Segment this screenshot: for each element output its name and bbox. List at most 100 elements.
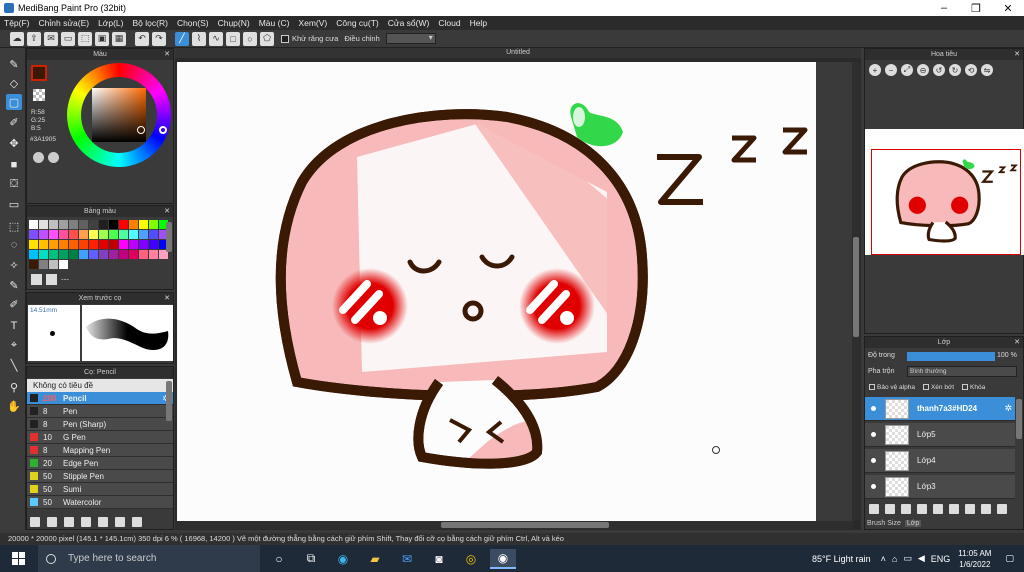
move-tool-icon[interactable]: ✥ (6, 135, 22, 151)
chrome-icon[interactable]: ◎ (458, 549, 484, 569)
palette-swatch[interactable] (39, 260, 48, 269)
merge-down-icon[interactable] (949, 504, 959, 514)
duplicate-layer-icon[interactable] (965, 504, 975, 514)
edge-icon[interactable]: ◉ (330, 549, 356, 569)
delete-layer-icon[interactable] (997, 504, 1007, 514)
upload-icon[interactable]: ⇪ (27, 31, 41, 46)
palette-swatch[interactable] (29, 250, 38, 259)
layer-item[interactable]: thanh7a3#HD24 ✲ (865, 397, 1015, 421)
lock-checkbox[interactable]: Khóa (962, 384, 985, 391)
antialias-checkbox[interactable] (281, 34, 289, 43)
language-indicator[interactable]: ENG (931, 554, 951, 564)
magic-wand-icon[interactable]: ✧ (6, 257, 22, 273)
brush-add-icon[interactable] (47, 517, 57, 527)
polygon-icon[interactable]: ⬠ (260, 31, 274, 46)
divide-tool-icon[interactable]: ╲ (6, 357, 22, 373)
palette-swatch[interactable] (59, 230, 68, 239)
file-explorer-icon[interactable]: ▰ (362, 549, 388, 569)
windows-start-icon[interactable] (12, 551, 26, 566)
menu-cloud[interactable]: Cloud (438, 18, 460, 28)
cloud-icon[interactable]: ☁ (10, 31, 24, 46)
layer-item[interactable]: Lớp3 (865, 475, 1015, 499)
palette-swatch[interactable] (129, 230, 138, 239)
cortana-icon[interactable]: ○ (266, 549, 292, 569)
adjust-dropdown[interactable] (385, 33, 436, 44)
palette-swatch[interactable] (129, 250, 138, 259)
sv-picker-icon[interactable] (137, 126, 145, 134)
palette-swatch[interactable] (49, 240, 58, 249)
rectangle-icon[interactable]: □ (226, 31, 240, 46)
brush-duplicate-icon[interactable] (115, 517, 125, 527)
menu-window[interactable]: Cửa sổ(W) (388, 18, 430, 28)
brush-item[interactable]: 8 Pen (Sharp) (27, 418, 173, 431)
network-icon[interactable]: ⌂ (892, 554, 897, 564)
minimize-button[interactable]: – (928, 2, 960, 14)
palette-swatch[interactable] (39, 230, 48, 239)
brush-item[interactable]: 200Pencil✲ (27, 392, 173, 405)
brush-item[interactable]: 8 Mapping Pen (27, 444, 173, 457)
palette-swatch[interactable] (49, 220, 58, 229)
mail-icon[interactable]: ✉ (394, 549, 420, 569)
layer-visibility-icon[interactable] (871, 458, 876, 463)
brush-scrollbar[interactable] (166, 381, 172, 421)
menu-layer[interactable]: Lớp(L) (98, 18, 123, 28)
weather-widget[interactable]: 85°F Light rain (812, 554, 871, 564)
menu-file[interactable]: Tệp(F) (4, 18, 30, 28)
palette-add-icon[interactable] (31, 274, 42, 285)
menu-select[interactable]: Chọn(S) (177, 18, 209, 28)
camera-icon[interactable]: ◙ (426, 549, 452, 569)
panel-close-icon[interactable]: ✕ (164, 49, 170, 60)
brush-item[interactable]: 20 Edge Pen (27, 457, 173, 470)
hue-wheel[interactable] (67, 63, 171, 167)
menu-edit[interactable]: Chỉnh sửa(E) (39, 18, 90, 28)
battery-icon[interactable]: ▭ (903, 553, 912, 564)
foreground-color-swatch[interactable] (31, 65, 47, 81)
palette-swatch[interactable] (119, 230, 128, 239)
palette-swatch[interactable] (29, 240, 38, 249)
bucket-tool-icon[interactable]: ⛋ (6, 176, 22, 192)
redo-icon[interactable]: ↷ (152, 31, 166, 46)
hand-tool-icon[interactable]: ✋ (6, 398, 22, 414)
panel-close-icon[interactable]: ✕ (1014, 337, 1020, 348)
blur-tool-icon[interactable]: ✐ (6, 114, 22, 130)
tab-brush-size[interactable]: Brush Size (867, 520, 901, 527)
notification-icon[interactable]: ▢ (1005, 553, 1014, 564)
layer-visibility-icon[interactable] (871, 484, 876, 489)
maximize-button[interactable]: ❐ (960, 2, 992, 15)
protect-alpha-checkbox[interactable]: Bảo vệ alpha (869, 384, 915, 391)
zoom-in-icon[interactable]: + (869, 64, 881, 76)
select-tool-icon[interactable]: ⬚ (6, 218, 22, 234)
palette-swatch[interactable] (29, 260, 38, 269)
palette-swatch[interactable] (89, 230, 98, 239)
brush-import-icon[interactable] (81, 517, 91, 527)
polyline-icon[interactable]: ⌇ (192, 31, 206, 46)
brush-item[interactable]: 50 Watercolor (27, 496, 173, 509)
brush-settings-icon[interactable] (30, 517, 40, 527)
lasso-tool-icon[interactable]: ◌ (6, 237, 22, 253)
close-button[interactable]: ✕ (992, 2, 1024, 15)
brush-folder-icon[interactable] (98, 517, 108, 527)
panel-close-icon[interactable]: ✕ (164, 206, 170, 217)
task-view-icon[interactable]: ⧉ (298, 549, 324, 569)
undo-icon[interactable]: ↶ (135, 31, 149, 46)
brush-copy-icon[interactable] (64, 517, 74, 527)
palette-swatch[interactable] (119, 220, 128, 229)
menu-color[interactable]: Màu (C) (259, 18, 290, 28)
layer-properties-icon[interactable] (981, 504, 991, 514)
canvas-tab[interactable]: Untitled (175, 48, 861, 58)
color-history-icon[interactable] (48, 152, 59, 163)
palette-swatch[interactable] (129, 220, 138, 229)
palette-swatch[interactable] (149, 230, 158, 239)
palette-swatch[interactable] (59, 260, 68, 269)
palette-swatch[interactable] (49, 260, 58, 269)
palette-swatch[interactable] (59, 250, 68, 259)
panel-close-icon[interactable]: ✕ (164, 293, 170, 304)
curve-icon[interactable]: ∿ (209, 31, 223, 46)
brush-tool-icon[interactable]: ✎ (6, 56, 22, 72)
palette-swatch[interactable] (79, 220, 88, 229)
layer-item[interactable]: Lớp4 (865, 449, 1015, 473)
palette-swatch[interactable] (109, 240, 118, 249)
eyedropper-tool-icon[interactable]: ⚲ (6, 379, 22, 395)
palette-swatch[interactable] (39, 240, 48, 249)
brush-item[interactable]: 50 Sumi (27, 483, 173, 496)
